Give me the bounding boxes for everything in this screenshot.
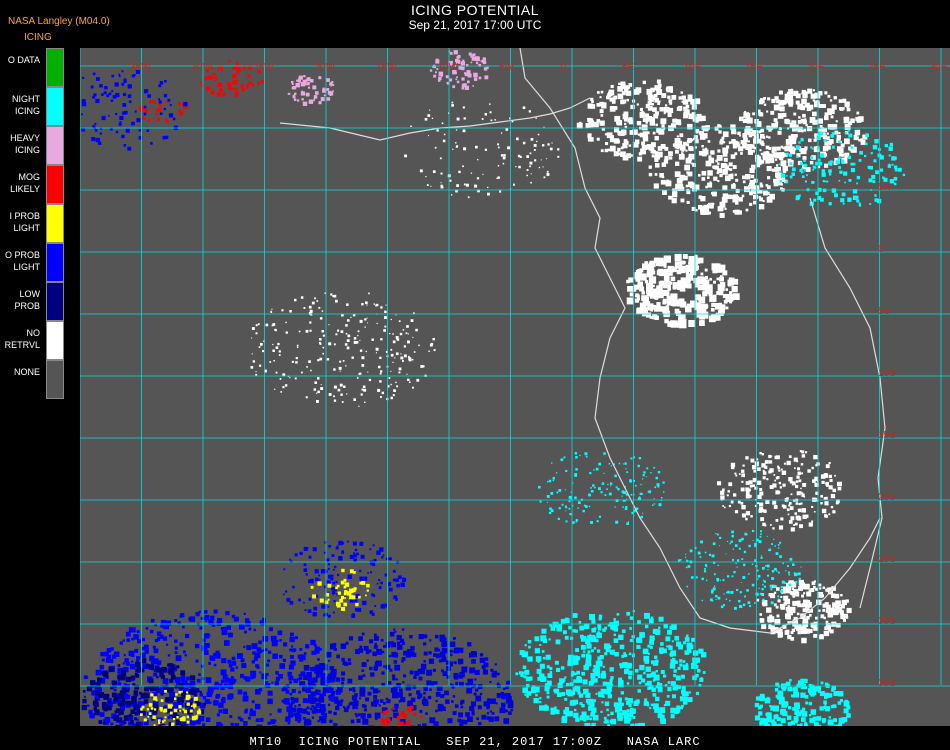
legend-item: MOG LIKELY xyxy=(0,165,66,204)
legend-label: NO RETRVL xyxy=(4,328,40,350)
legend-label: LOW PROB xyxy=(14,289,40,311)
legend-swatch xyxy=(46,321,64,360)
longitude-label: 25E xyxy=(868,62,886,73)
latitude-label: 30S xyxy=(878,616,896,627)
legend-label: NONE xyxy=(13,367,40,377)
legend-swatch xyxy=(46,360,64,399)
legend-label: O DATA xyxy=(7,55,40,65)
legend-swatch xyxy=(46,165,64,204)
latitude-label: 0 xyxy=(878,244,884,255)
legend-item: NIGHT ICING xyxy=(0,87,66,126)
latitude-label: 5S xyxy=(878,306,891,317)
longitude-label: 10E xyxy=(684,62,702,73)
longitude-label: 30W xyxy=(192,62,213,73)
legend-swatch xyxy=(46,282,64,321)
legend-label: MOG LIKELY xyxy=(10,172,40,194)
legend-label: NIGHT ICING xyxy=(12,94,40,116)
latitude-label: 15S xyxy=(878,430,896,441)
longitude-label: 20W xyxy=(315,62,336,73)
longitude-label: 35W xyxy=(130,62,151,73)
legend-item: O PROB LIGHT xyxy=(0,243,66,282)
longitude-label: 5W xyxy=(499,62,515,73)
legend-item: I PROB LIGHT xyxy=(0,204,66,243)
legend-item: O DATA xyxy=(0,48,66,87)
legend: O DATA NIGHT ICING HEAVY ICING MOG LIKELY I … xyxy=(0,48,66,399)
longitude-label: 15W xyxy=(376,62,397,73)
longitude-label: 20E xyxy=(807,62,825,73)
longitude-label: 5E xyxy=(622,62,635,73)
legend-swatch xyxy=(46,243,64,282)
latitude-label: 25S xyxy=(878,554,896,565)
legend-swatch xyxy=(46,48,64,87)
latitude-label: 20S xyxy=(878,492,896,503)
latitude-label: 5N xyxy=(878,182,891,193)
icing-map: 35W 30W 25W 20W 15W 10W 5W 0 5E 10E 15E 20E 25E 30E 35… xyxy=(80,48,950,726)
legend-item: NONE xyxy=(0,360,66,399)
legend-item: LOW PROB xyxy=(0,282,66,321)
map-title: ICING POTENTIAL xyxy=(410,2,540,18)
latitude-label: 35S xyxy=(878,678,896,689)
latitude-label: 10S xyxy=(878,368,896,379)
legend-swatch xyxy=(46,204,64,243)
legend-label: I PROB LIGHT xyxy=(9,211,40,233)
longitude-label: 25W xyxy=(253,62,274,73)
map-subtitle: Sep 21, 2017 17:00 UTC xyxy=(408,18,542,32)
legend-item: HEAVY ICING xyxy=(0,126,66,165)
legend-swatch xyxy=(46,87,64,126)
legend-label: HEAVY ICING xyxy=(10,133,40,155)
longitude-label: 0 xyxy=(561,62,567,73)
product-label: ICING xyxy=(24,32,52,43)
longitude-label: 30E xyxy=(930,62,948,73)
longitude-label: 10W xyxy=(438,62,459,73)
longitude-label: 15E xyxy=(745,62,763,73)
legend-label: O PROB LIGHT xyxy=(4,250,40,272)
legend-item: NO RETRVL xyxy=(0,321,66,360)
legend-swatch xyxy=(46,126,64,165)
footer-caption: MT10 ICING POTENTIAL SEP 21, 2017 17:00Z… xyxy=(249,735,701,749)
